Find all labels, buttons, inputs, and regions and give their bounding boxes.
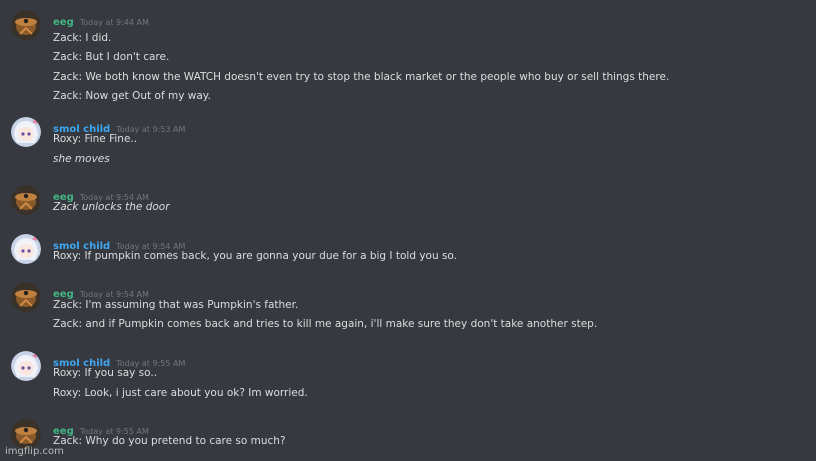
message-header: smol child Today at 9:55 AM: [53, 351, 185, 369]
timestamp: Today at 9:44 AM: [79, 18, 149, 27]
avatar-bird-icon[interactable]: [11, 185, 41, 215]
message-text: Zack unlocks the door: [53, 201, 170, 213]
chat-message-list: eeg Today at 9:44 AM Zack: I did. Zack: But…: [0, 0, 816, 461]
message-text: Zack: Now get Out of my way.: [53, 90, 211, 102]
message-header: smol child Today at 9:53 AM: [53, 117, 185, 135]
message-text: Zack: But I don't care.: [53, 51, 170, 63]
message-text: Roxy: If you say so..: [53, 367, 158, 379]
message-text: Zack: I did.: [53, 32, 112, 44]
message-text: she moves: [53, 153, 110, 165]
message-text: Roxy: Fine Fine..: [53, 133, 138, 145]
message-text: Zack: We both know the WATCH doesn't eve…: [53, 71, 670, 83]
message-text: Zack: I'm assuming that was Pumpkin's fa…: [53, 299, 299, 311]
message-text: Zack: and if Pumpkin comes back and trie…: [53, 318, 598, 330]
message-text: Zack: Why do you pretend to care so much…: [53, 435, 286, 447]
imgflip-watermark: imgflip.com: [5, 446, 64, 457]
message-text: Roxy: If pumpkin comes back, you are gon…: [53, 250, 458, 262]
message-text: Roxy: Look, i just care about you ok? Im…: [53, 387, 308, 399]
message-header: eeg Today at 9:44 AM: [53, 10, 149, 28]
avatar-bird-icon[interactable]: [11, 282, 41, 312]
avatar-anime-girl-icon[interactable]: [11, 117, 41, 147]
message-header: eeg Today at 9:54 AM: [53, 185, 149, 203]
username[interactable]: eeg: [53, 17, 74, 28]
avatar-anime-girl-icon[interactable]: [11, 351, 41, 381]
avatar-anime-girl-icon[interactable]: [11, 234, 41, 264]
message-header: eeg Today at 9:55 AM: [53, 419, 149, 437]
message-header: eeg Today at 9:54 AM: [53, 282, 149, 300]
message-header: smol child Today at 9:54 AM: [53, 234, 185, 252]
avatar-bird-icon[interactable]: [11, 10, 41, 40]
